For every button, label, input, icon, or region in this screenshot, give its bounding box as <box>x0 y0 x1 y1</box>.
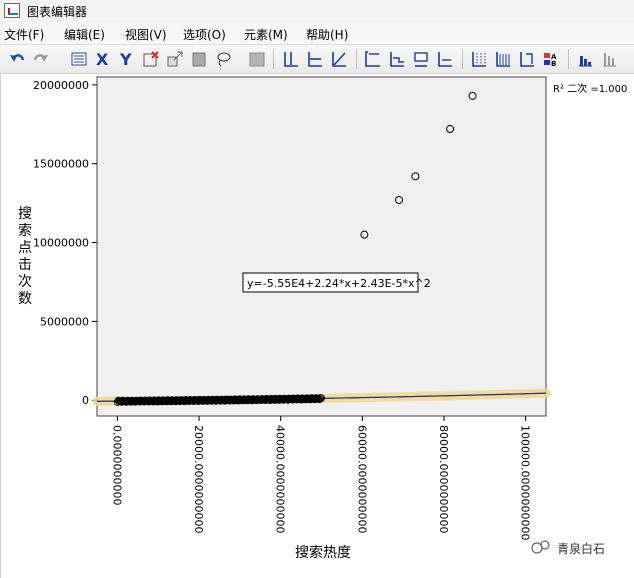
toolbar-separator <box>568 49 569 69</box>
toolbar-separator <box>356 49 357 69</box>
x-tick-label: 60000.0000000000 <box>355 425 368 533</box>
y-tick-label: 15000000 <box>33 158 89 171</box>
x-tick-label: 100000.0000000000 <box>519 425 532 540</box>
lasso-icon[interactable] <box>214 50 232 68</box>
menu-file[interactable]: 文件(F) <box>4 26 44 43</box>
y-axis-icon[interactable]: Y <box>118 50 136 68</box>
svg-text:B: B <box>551 60 556 68</box>
x-tick-label: 80000.0000000000 <box>437 425 450 533</box>
plot-area[interactable] <box>96 76 547 417</box>
ref-line-x-icon[interactable] <box>306 50 324 68</box>
y-tick-label: 20000000 <box>33 79 89 92</box>
bar-icon[interactable] <box>190 50 208 68</box>
ref-line-y-icon[interactable] <box>282 50 300 68</box>
toolbar-separator <box>273 49 274 69</box>
y-axis-label: 搜索点击次数 <box>18 206 32 307</box>
window-title: 图表编辑器 <box>27 5 88 19</box>
scatter-chart[interactable]: 0 5000000 10000000 15000000 20000000 0.00000… <box>1 74 634 578</box>
y-tick-label: 10000000 <box>33 237 89 250</box>
menu-help[interactable]: 帮助(H) <box>306 26 348 43</box>
annotation-icon[interactable] <box>412 50 430 68</box>
menu-bar: 文件(F) 编辑(E) 视图(V) 选项(O) 元素(M) 帮助(H) <box>0 22 634 45</box>
grid-icon[interactable] <box>470 50 488 68</box>
textbox-icon[interactable] <box>436 50 454 68</box>
watermark-logo <box>531 540 550 554</box>
legend-ab-icon[interactable]: AB <box>542 50 560 68</box>
properties-icon[interactable] <box>70 50 88 68</box>
chart-canvas: 0 5000000 10000000 15000000 20000000 0.00000… <box>0 74 634 578</box>
x-tick-label: 20000.0000000000 <box>192 425 205 533</box>
menu-options[interactable]: 选项(O) <box>183 26 226 43</box>
x-axis-label: 搜索热度 <box>295 544 351 561</box>
watermark-text: 青泉白石 <box>557 541 605 556</box>
histogram-icon[interactable] <box>576 50 594 68</box>
title-bar: 图表编辑器 <box>0 0 634 23</box>
gray-icon[interactable] <box>248 50 266 68</box>
ref-line-diag-icon[interactable] <box>330 50 348 68</box>
y-tick-label: 0 <box>82 394 89 407</box>
x-tick-label: 0.0000000000 <box>110 425 123 505</box>
fit-equation-label: y=-5.55E4+2.24*x+2.43E-5*x^2 <box>247 277 431 290</box>
svg-text:X: X <box>96 50 109 68</box>
column-icon[interactable] <box>600 50 618 68</box>
bracket-icon[interactable] <box>518 50 536 68</box>
menu-elements[interactable]: 元素(M) <box>244 26 288 43</box>
x-tick-label: 40000.0000000000 <box>274 425 287 533</box>
toolbar: X Y AB <box>0 45 634 74</box>
interp-line-icon[interactable] <box>388 50 406 68</box>
menu-edit[interactable]: 编辑(E) <box>64 26 105 43</box>
select-x-icon[interactable] <box>142 50 160 68</box>
x-axis-icon[interactable]: X <box>94 50 112 68</box>
undo-icon[interactable] <box>8 50 26 68</box>
fit-line-icon[interactable] <box>364 50 382 68</box>
r-squared-label: R² 二次 =1.000 <box>553 82 627 95</box>
menu-view[interactable]: 视图(V) <box>125 26 167 43</box>
scale-icon[interactable] <box>166 50 184 68</box>
toolbar-separator <box>462 49 463 69</box>
bar-table-icon[interactable] <box>494 50 512 68</box>
chart-editor-app-icon <box>4 3 20 18</box>
svg-text:Y: Y <box>119 50 132 68</box>
redo-icon[interactable] <box>32 50 50 68</box>
y-tick-label: 5000000 <box>40 315 89 328</box>
